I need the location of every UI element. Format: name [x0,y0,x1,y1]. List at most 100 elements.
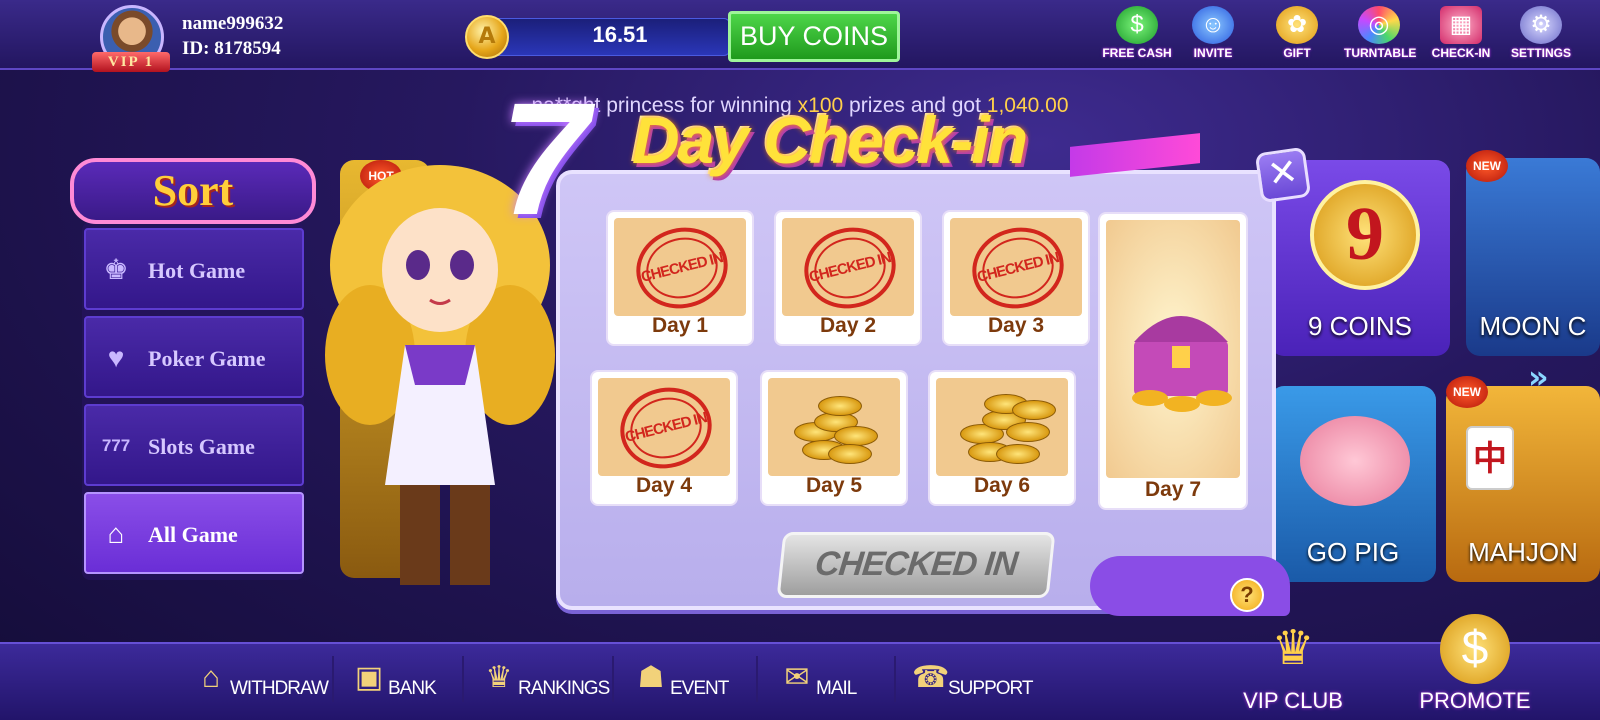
nav-label: EVENT [670,678,729,699]
day-card-art [768,378,900,476]
top-icon-label: INVITE [1193,46,1233,60]
free-cash-icon: $ [1116,6,1158,44]
nav-label: WITHDRAW [230,678,329,699]
top-icon-label: GIFT [1283,46,1311,60]
game-tile-go-pig[interactable]: GO PIG [1270,386,1436,582]
top-icon-invite[interactable]: ☺ INVITE [1178,6,1248,70]
nav-withdraw[interactable]: ⌂ WITHDRAW [194,658,329,702]
game-tile-moon[interactable]: MOON C [1466,158,1600,356]
poker-card-icon: ♥ [107,342,125,373]
nav-divider [332,656,334,702]
day-card-art: CHECKED IN [598,378,730,478]
day-card-art [936,378,1068,476]
game-tile-label: 9 COINS [1307,311,1413,341]
day-label: Day 5 [805,474,863,497]
nav-mail[interactable]: ✉ MAIL [780,658,880,702]
top-icon-free-cash[interactable]: $ FREE CASH [1102,6,1172,70]
promote-label: PROMOTE [1419,688,1531,713]
coin-icon: A [465,15,509,59]
sort-label: Poker Game [148,346,266,371]
nav-label: RANKINGS [518,678,610,699]
day-card-6[interactable]: Day 6 [928,370,1076,506]
help-button[interactable]: ? [1230,578,1264,612]
sort-label: All Game [148,522,238,547]
mahjong-tile-icon: 中 [1466,426,1514,490]
username: name999632 [182,13,284,34]
rankings-icon: ♛ [485,661,513,694]
dollar-coin-icon: $ [1440,614,1510,684]
settings-icon: ⚙ [1520,6,1562,44]
sort-hot-game[interactable]: ♚ Hot Game [84,228,304,310]
pig-icon [1300,416,1410,506]
slot-machine-icon: 777 [101,436,131,455]
treasure-chest-icon [1132,316,1232,412]
checkin-seven: 7 [500,69,589,248]
day-label: Day 4 [635,474,693,497]
coin-pile-icon [956,392,1056,468]
day-card-art [1106,220,1240,478]
sort-slots-game[interactable]: 777 Slots Game [84,404,304,486]
nav-label: BANK [388,678,437,699]
day-label: Day 3 [987,314,1045,337]
sort-label: Hot Game [148,258,246,283]
day-card-3[interactable]: CHECKED IN Day 3 [942,210,1090,346]
game-tile-label: MOON C [1479,311,1587,341]
checkin-title: Day Check-in [632,103,1028,177]
checked-in-stamp: CHECKED IN [611,378,721,478]
vip-club-label: VIP CLUB [1243,688,1343,713]
day-label: Day 7 [1144,478,1202,501]
check-in-icon: ▦ [1440,6,1482,44]
day-label: Day 6 [973,474,1031,497]
gift-icon: ✿ [1276,6,1318,44]
withdraw-icon: ⌂ [201,661,221,694]
top-icon-label: CHECK-IN [1431,46,1491,60]
day-card-5[interactable]: Day 5 [760,370,908,506]
checked-in-stamp: CHECKED IN [795,218,905,318]
nav-divider [894,656,896,702]
nav-divider [462,656,464,702]
game-tile-mahjong[interactable]: 中 MAHJON [1446,386,1600,582]
nav-rankings[interactable]: ♛ RANKINGS [482,658,612,702]
vip-club-button[interactable]: ♛ VIP CLUB [1218,610,1368,720]
checked-in-stamp: CHECKED IN [627,218,737,318]
top-icon-turntable[interactable]: ◎ TURNTABLE [1344,6,1416,70]
day-label: Day 2 [819,314,877,337]
coin-nine-icon: 9 [1310,180,1420,290]
sort-all-game[interactable]: ⌂ All Game [84,492,304,574]
support-icon: ☎ [912,661,950,694]
day-card-2[interactable]: CHECKED IN Day 2 [774,210,922,346]
day-card-4[interactable]: CHECKED IN Day 4 [590,370,738,506]
scroll-right-arrow-icon[interactable]: » [1528,358,1549,396]
sort-logo: Sort [70,158,316,224]
top-icon-settings[interactable]: ⚙ SETTINGS [1506,6,1576,70]
nav-event[interactable]: ☗ EVENT [634,658,744,702]
checked-in-button[interactable]: CHECKED IN [776,532,1056,598]
day-card-art: CHECKED IN [782,218,914,318]
balance-amount: 16.51 [592,22,648,47]
sort-poker-game[interactable]: ♥ Poker Game [84,316,304,398]
home-icon: ⌂ [107,518,125,549]
crown-icon: ♚ [103,254,129,285]
nav-divider [612,656,614,702]
day-card-7[interactable]: Day 7 [1098,212,1248,510]
top-icon-check-in[interactable]: ▦ CHECK-IN [1426,6,1496,70]
event-icon: ☗ [637,661,665,694]
nav-label: MAIL [816,678,857,699]
top-icon-gift[interactable]: ✿ GIFT [1262,6,1332,70]
nav-support[interactable]: ☎ SUPPORT [912,658,1042,702]
close-button[interactable]: ✕ [1254,146,1312,204]
new-badge: NEW [1446,376,1488,408]
invite-icon: ☺ [1192,6,1234,44]
mail-icon: ✉ [784,661,810,694]
nav-bank[interactable]: ▣ BANK [352,658,452,702]
game-tile-label: MAHJON [1468,537,1578,567]
buy-coins-button[interactable]: BUY COINS [728,11,900,62]
promote-button[interactable]: $ PROMOTE [1400,610,1550,720]
crown-icon: ♛ [1271,622,1315,675]
top-icon-label: FREE CASH [1102,46,1172,60]
day-label: Day 1 [651,314,709,337]
day-card-1[interactable]: CHECKED IN Day 1 [606,210,754,346]
day-card-art: CHECKED IN [614,218,746,318]
user-id: ID: 8178594 [182,38,281,59]
vip-badge: VIP 1 [92,52,170,72]
